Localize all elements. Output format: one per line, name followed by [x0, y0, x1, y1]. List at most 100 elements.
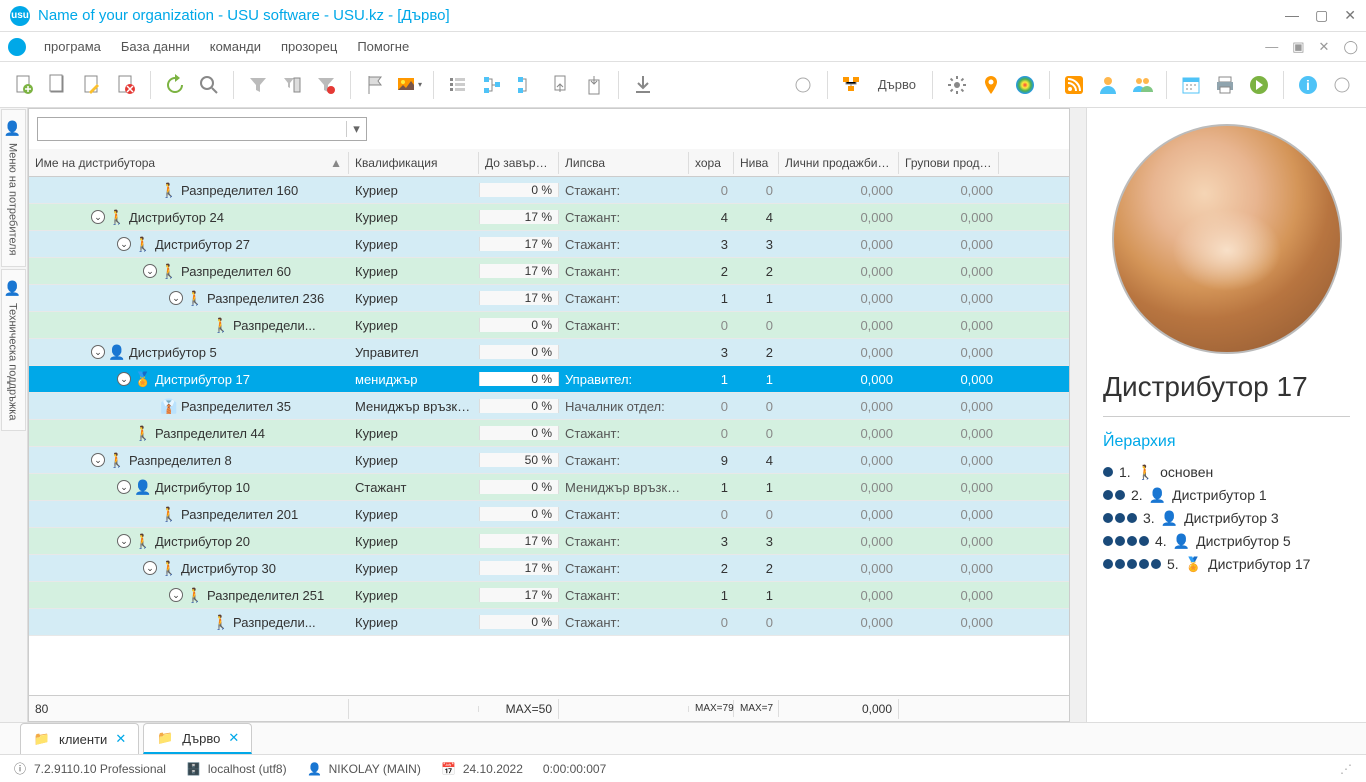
table-row[interactable]: ⌄🚶Дистрибутор 24Куриер17 %Стажант:440,00… [29, 204, 1069, 231]
flag-button[interactable] [361, 71, 389, 99]
delete-doc-button[interactable] [112, 71, 140, 99]
tree-view-button[interactable] [838, 71, 866, 99]
menu-commands[interactable]: команди [202, 35, 269, 58]
mdi-close-button[interactable]: ✕ [1319, 39, 1330, 55]
help-circle-button[interactable] [1328, 71, 1356, 99]
menu-database[interactable]: База данни [113, 35, 198, 58]
hierarchy-item[interactable]: 1.🚶основен [1103, 461, 1350, 484]
users-button[interactable] [1128, 71, 1156, 99]
expand-toggle[interactable]: ⌄ [91, 210, 105, 224]
expand-toggle[interactable]: ⌄ [169, 291, 183, 305]
tree-expand-button[interactable] [478, 71, 506, 99]
tree-collapse-button[interactable] [512, 71, 540, 99]
new-doc-button[interactable] [10, 71, 38, 99]
col-group[interactable]: Групови продажб... [899, 152, 999, 174]
search-button[interactable] [195, 71, 223, 99]
footer-maxprog: MAX=50 [479, 699, 559, 719]
hierarchy-item[interactable]: 5.🏅Дистрибутор 17 [1103, 553, 1350, 576]
col-niva[interactable]: Нива [734, 152, 779, 174]
location-button[interactable] [977, 71, 1005, 99]
color-button[interactable] [1011, 71, 1039, 99]
expand-toggle[interactable]: ⌄ [117, 237, 131, 251]
table-row[interactable]: ⌄🚶Разпределител 60Куриер17 %Стажант:220,… [29, 258, 1069, 285]
status-icon[interactable] [789, 71, 817, 99]
hierarchy-item[interactable]: 3.👤Дистрибутор 3 [1103, 507, 1350, 530]
expand-toggle[interactable]: ⌄ [143, 264, 157, 278]
table-row[interactable]: 🚶Разпределител 201Куриер0 %Стажант:000,0… [29, 501, 1069, 528]
rss-button[interactable] [1060, 71, 1088, 99]
table-row[interactable]: ⌄🚶Дистрибутор 20Куриер17 %Стажант:330,00… [29, 528, 1069, 555]
expand-toggle[interactable]: ⌄ [117, 480, 131, 494]
print-button[interactable] [1211, 71, 1239, 99]
hierarchy-item[interactable]: 2.👤Дистрибутор 1 [1103, 484, 1350, 507]
edit-doc-button[interactable] [78, 71, 106, 99]
row-name: Разпределител 160 [181, 183, 298, 198]
vertical-scrollbar[interactable] [1070, 108, 1086, 722]
mdi-restore-button[interactable]: ▣ [1292, 39, 1304, 55]
list-button[interactable] [444, 71, 472, 99]
filter-combo[interactable]: ▾ [37, 117, 367, 141]
sidetab-user-menu[interactable]: 👤Меню на потребителя [1, 109, 26, 267]
tab-close[interactable]: ✕ [115, 731, 126, 747]
row-progress: 0 % [479, 399, 559, 413]
table-row[interactable]: 👔Разпределител 35Мениджър връзки с к...0… [29, 393, 1069, 420]
mdi-minimize-button[interactable]: — [1265, 39, 1278, 55]
filter-button[interactable] [244, 71, 272, 99]
info-button[interactable]: i [1294, 71, 1322, 99]
bottom-tab[interactable]: 📁клиенти✕ [20, 723, 139, 754]
col-name[interactable]: Име на дистрибутора ▲ [29, 152, 349, 174]
table-row[interactable]: ⌄👤Дистрибутор 10Стажант0 %Мениджър връзк… [29, 474, 1069, 501]
expand-toggle[interactable]: ⌄ [91, 345, 105, 359]
refresh-button[interactable] [161, 71, 189, 99]
col-qual[interactable]: Квалификация [349, 152, 479, 174]
table-row[interactable]: ⌄🚶Разпределител 251Куриер17 %Стажант:110… [29, 582, 1069, 609]
table-row[interactable]: 🚶Разпределител 160Куриер0 %Стажант:000,0… [29, 177, 1069, 204]
col-prog[interactable]: До завършва... [479, 152, 559, 174]
expand-toggle[interactable]: ⌄ [143, 561, 157, 575]
col-lichi[interactable]: Лични продажби. 1 м... [779, 152, 899, 174]
col-hora[interactable]: хора [689, 152, 734, 174]
image-button[interactable]: ▾ [395, 71, 423, 99]
table-row[interactable]: ⌄🚶Дистрибутор 30Куриер17 %Стажант:220,00… [29, 555, 1069, 582]
row-lichi: 0,000 [779, 532, 899, 551]
download-button[interactable] [629, 71, 657, 99]
close-button[interactable]: ✕ [1344, 7, 1356, 24]
table-row[interactable]: 🚶Разпределител 44Куриер0 %Стажант:000,00… [29, 420, 1069, 447]
table-row[interactable]: 🚶Разпредели...Куриер0 %Стажант:000,0000,… [29, 609, 1069, 636]
bottom-tab[interactable]: 📁Дърво✕ [143, 723, 252, 754]
table-row[interactable]: 🚶Разпредели...Куриер0 %Стажант:000,0000,… [29, 312, 1069, 339]
col-lipsva[interactable]: Липсва [559, 152, 689, 174]
sidetab-support[interactable]: 👤Техническа поддръжка [1, 269, 26, 431]
table-row[interactable]: ⌄🚶Дистрибутор 27Куриер17 %Стажант:330,00… [29, 231, 1069, 258]
mdi-help-button[interactable]: ◯ [1343, 39, 1358, 55]
table-row[interactable]: ⌄🚶Разпределител 8Куриер50 %Стажант:940,0… [29, 447, 1069, 474]
minimize-button[interactable]: — [1285, 7, 1299, 24]
hierarchy-item[interactable]: 4.👤Дистрибутор 5 [1103, 530, 1350, 553]
import-button[interactable] [546, 71, 574, 99]
grid-body[interactable]: 🚶Разпределител 160Куриер0 %Стажант:000,0… [29, 177, 1069, 695]
row-progress: 17 % [479, 561, 559, 575]
table-row[interactable]: ⌄🚶Разпределител 236Куриер17 %Стажант:110… [29, 285, 1069, 312]
menu-program[interactable]: програма [36, 35, 109, 58]
expand-toggle[interactable]: ⌄ [169, 588, 183, 602]
user-button[interactable] [1094, 71, 1122, 99]
tab-close[interactable]: ✕ [228, 730, 239, 746]
row-hora: 0 [689, 505, 734, 524]
open-doc-button[interactable] [44, 71, 72, 99]
export-button[interactable] [580, 71, 608, 99]
expand-toggle[interactable]: ⌄ [117, 372, 131, 386]
resize-grip[interactable]: ⋰ [1340, 762, 1354, 776]
go-button[interactable] [1245, 71, 1273, 99]
settings-button[interactable] [943, 71, 971, 99]
menu-help[interactable]: Помогне [349, 35, 417, 58]
table-row[interactable]: ⌄🏅Дистрибутор 17мениджър0 %Управител:110… [29, 366, 1069, 393]
expand-toggle[interactable]: ⌄ [91, 453, 105, 467]
table-row[interactable]: ⌄👤Дистрибутор 5Управител0 %320,0000,000 [29, 339, 1069, 366]
filter-clear-button[interactable] [312, 71, 340, 99]
expand-toggle[interactable]: ⌄ [117, 534, 131, 548]
menu-window[interactable]: прозорец [273, 35, 345, 58]
row-lipsva: Стажант: [559, 613, 689, 632]
maximize-button[interactable]: ▢ [1315, 7, 1328, 24]
calendar-button[interactable] [1177, 71, 1205, 99]
filter-panel-button[interactable] [278, 71, 306, 99]
